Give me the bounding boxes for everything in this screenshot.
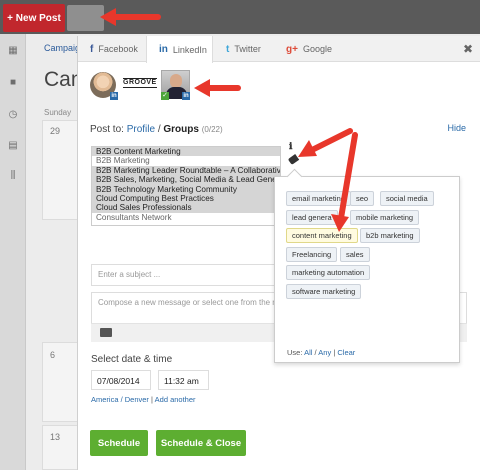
schedule-close-button[interactable]: Schedule & Close — [156, 430, 246, 456]
tag-chip[interactable]: marketing automation — [286, 265, 371, 280]
tag-suggestions-popover: email marketing seo social media lead ge… — [274, 176, 460, 363]
facebook-icon: f — [90, 43, 94, 55]
use-separator: / — [314, 348, 317, 357]
calendar-date: 6 — [50, 350, 56, 360]
use-pipe: | — [333, 348, 336, 357]
tag-icon[interactable] — [287, 154, 300, 165]
tag-chip[interactable]: mobile marketing — [350, 210, 420, 225]
clear-tags-link[interactable]: Clear — [337, 348, 355, 357]
tag-chip[interactable]: sales — [340, 247, 370, 262]
post-to-label: Post to: — [90, 124, 124, 135]
close-icon[interactable]: ✖ — [463, 42, 473, 56]
tab-label: Facebook — [98, 44, 138, 54]
google-plus-icon: g+ — [286, 43, 298, 55]
toolbar-secondary-button[interactable] — [67, 5, 104, 31]
info-icon[interactable]: ℹ — [289, 141, 292, 152]
tag-chip-highlighted[interactable]: content marketing — [286, 228, 358, 243]
add-another-link[interactable]: Add another — [155, 395, 196, 404]
group-option[interactable]: B2B Technology Marketing Community — [92, 184, 280, 194]
tab-linkedin[interactable]: in LinkedIn — [146, 36, 213, 63]
tag-chip[interactable]: software marketing — [286, 284, 362, 299]
calendar-icon[interactable]: ▦ — [7, 46, 19, 56]
tag-match-options: Use: All / Any | Clear — [287, 348, 355, 357]
post-to-separator: / — [157, 124, 161, 135]
subject-input[interactable]: Enter a subject ... — [91, 264, 287, 286]
groups-count: (0/22) — [201, 125, 223, 134]
timezone-separator: | — [151, 395, 153, 404]
clock-icon[interactable]: ◷ — [7, 110, 19, 120]
calendar-date: 13 — [50, 432, 61, 442]
tag-chip[interactable]: email marketing — [286, 191, 351, 206]
check-icon: ✓ — [161, 92, 169, 100]
left-rail — [0, 34, 26, 470]
new-post-modal: f Facebook in LinkedIn t Twitter g+ Goog… — [77, 36, 480, 470]
hide-link[interactable]: Hide — [447, 123, 466, 133]
company-logo[interactable]: GROOVE — [123, 78, 157, 88]
group-option[interactable]: B2B Sales, Marketing, Social Media & Lea… — [92, 175, 280, 185]
timezone-line: America / Denver | Add another — [91, 395, 196, 404]
tag-chip[interactable]: b2b marketing — [360, 228, 420, 243]
tab-label: Twitter — [234, 44, 261, 54]
calendar-date: 29 — [50, 126, 61, 136]
groups-list[interactable]: B2B Content Marketing B2B Marketing B2B … — [91, 146, 281, 226]
tab-label: LinkedIn — [172, 44, 207, 55]
profile-link[interactable]: Profile — [127, 124, 155, 135]
tag-chip[interactable]: seo — [350, 191, 375, 206]
weekday-header: Sunday — [44, 108, 72, 117]
tab-google[interactable]: g+ Google — [286, 36, 332, 62]
time-field[interactable]: 11:32 am — [158, 370, 209, 390]
use-label: Use: — [287, 348, 303, 357]
groups-link[interactable]: Groups — [163, 124, 199, 135]
twitter-icon: t — [226, 43, 230, 55]
use-any-link[interactable]: Any — [318, 348, 331, 357]
schedule-button[interactable]: Schedule — [90, 430, 148, 456]
inbox-icon[interactable]: ■ — [7, 78, 19, 88]
post-to-line: Post to: Profile / Groups (0/22) — [90, 124, 223, 135]
group-option[interactable]: Cloud Sales Professionals — [92, 203, 280, 213]
group-option[interactable]: B2B Marketing — [92, 156, 280, 165]
linkedin-icon: in — [159, 44, 168, 55]
group-option[interactable]: B2B Marketing Leader Roundtable – A Coll… — [92, 165, 280, 176]
schedule-label: Select date & time — [91, 354, 173, 365]
linkedin-badge-icon: in — [182, 92, 190, 100]
tag-chip[interactable]: social media — [380, 191, 434, 206]
timezone-link[interactable]: America / Denver — [91, 395, 149, 404]
calendar-cell[interactable] — [42, 342, 78, 422]
tab-facebook[interactable]: f Facebook — [90, 36, 138, 62]
tag-chip[interactable]: lead genera — [286, 210, 338, 225]
reports-icon[interactable]: ▤ — [7, 141, 19, 151]
new-post-button[interactable]: + New Post — [3, 4, 65, 32]
tab-label: Google — [302, 44, 332, 54]
media-icon[interactable] — [100, 328, 112, 337]
settings-sliders-icon[interactable]: ⫼ — [7, 171, 19, 181]
network-tabs: f Facebook in LinkedIn t Twitter g+ Goog… — [78, 36, 480, 63]
linkedin-badge-icon: in — [110, 92, 118, 100]
group-option[interactable]: Cloud Computing Best Practices — [92, 193, 280, 204]
face-shape — [170, 74, 182, 88]
date-field[interactable]: 07/08/2014 — [91, 370, 151, 390]
group-option[interactable]: Consultants Network — [92, 213, 280, 222]
use-all-link[interactable]: All — [304, 348, 312, 357]
tab-twitter[interactable]: t Twitter — [226, 36, 261, 62]
tag-chip[interactable]: Freelancing — [286, 247, 338, 262]
group-option[interactable]: B2B Content Marketing — [92, 147, 280, 157]
